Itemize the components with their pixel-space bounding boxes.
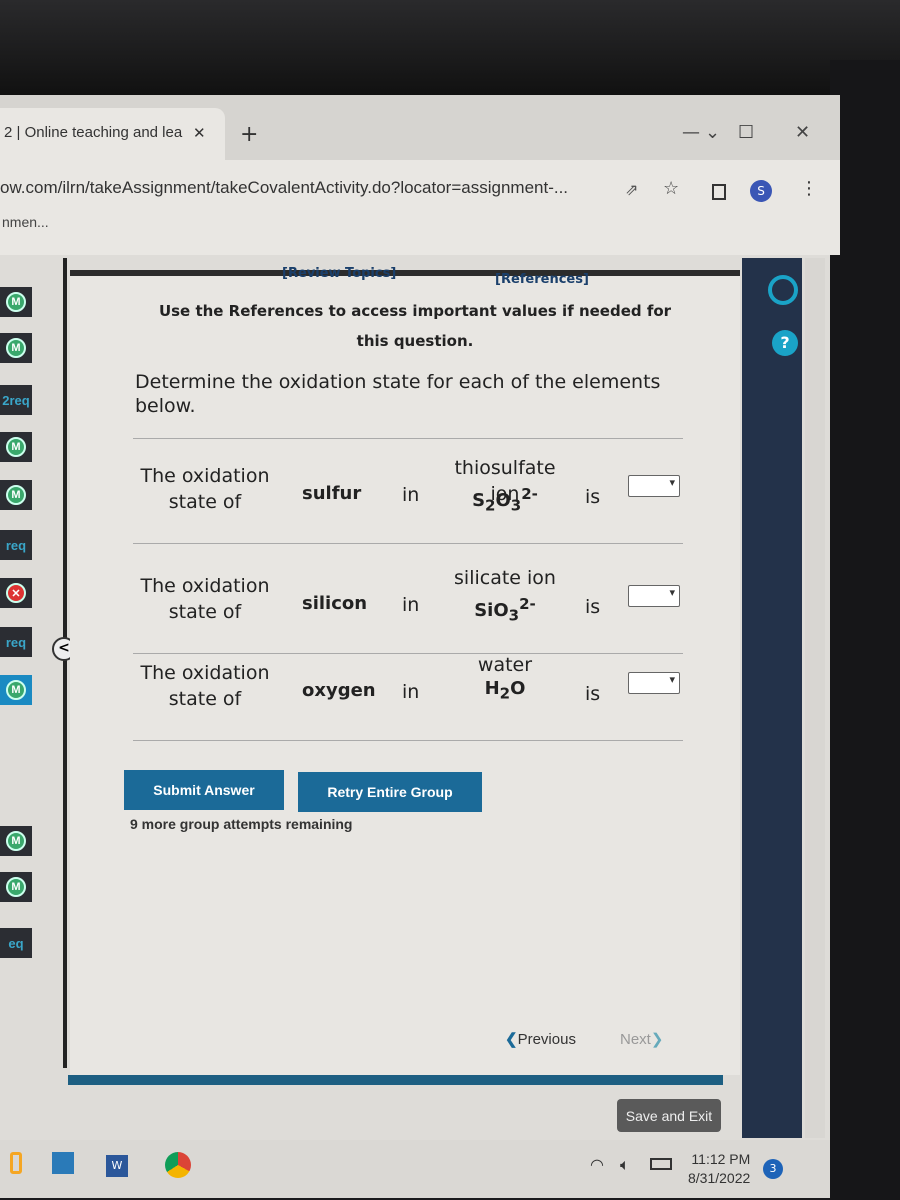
profile-avatar[interactable]: S [750,180,772,202]
panel-footer-bar [68,1075,723,1085]
next-label: Next [620,1031,651,1048]
save-and-exit-button[interactable]: Save and Exit [617,1099,721,1132]
in-text: in [402,681,420,703]
maximize-button[interactable]: ☐ [738,122,754,143]
time: 11:12 PM [691,1151,751,1167]
new-tab-button[interactable]: + [240,122,258,147]
sidebar-item[interactable]: M [0,287,32,317]
sidebar-item[interactable]: req [0,627,32,657]
divider [133,543,683,544]
chevron-right-icon: ❯ [650,1031,664,1048]
tab-search-icon[interactable]: ⌄ [705,122,720,143]
side-panel-icon[interactable] [712,184,726,200]
is-text: is [585,486,601,508]
sidebar-item[interactable]: M [0,432,32,462]
retry-group-button[interactable]: Retry Entire Group [298,772,482,812]
taskbar-app-icon[interactable] [10,1152,22,1174]
sidebar-item-label: 2req [2,392,30,408]
mastery-icon: M [6,680,26,700]
in-text: in [402,484,420,506]
instruction-text: Use the References to access important v… [158,302,672,350]
sidebar-item[interactable]: M [0,333,32,363]
question-prompt: Determine the oxidation state for each o… [135,371,661,417]
taskbar-app-icon[interactable] [52,1152,74,1174]
help-column [742,258,802,1138]
wifi-icon[interactable]: ◠ [590,1155,604,1174]
scrollbar[interactable] [805,258,825,1138]
compound-formula: H2O [484,678,526,703]
review-topics-link[interactable]: [Review Topics] [282,266,396,281]
sidebar-item[interactable]: ✕ [0,578,32,608]
chrome-icon[interactable] [165,1152,191,1178]
help-icon[interactable]: ? [772,330,798,356]
oxidation-state-select[interactable]: ▾ [628,475,680,497]
screen-bezel-right [830,60,900,1200]
row-prefix: The oxidation state of [140,465,270,513]
minimize-button[interactable]: — [682,122,700,143]
chevron-left-icon: ❮ [505,1031,518,1048]
row-prefix: The oxidation state of [140,575,270,623]
element-name: silicon [302,593,368,614]
mastery-icon: M [6,485,26,505]
compound-formula: S2O32- [472,485,538,515]
sidebar-item[interactable]: M [0,675,32,705]
sidebar-item[interactable]: M [0,826,32,856]
sidebar-divider [63,258,67,1068]
sidebar-item[interactable]: 2req [0,385,32,415]
mastery-icon: M [6,437,26,457]
sidebar-item[interactable]: M [0,872,32,902]
bookmark-item[interactable]: nmen... [0,210,840,255]
oxidation-state-select[interactable]: ▾ [628,672,680,694]
previous-label: Previous [517,1031,576,1048]
mastery-icon: M [6,338,26,358]
incorrect-icon: ✕ [6,583,26,603]
compound-name: silicate ion [454,567,556,589]
screen-bezel [0,0,900,95]
tab-title: 2 | Online teaching and lea [4,124,183,141]
date: 8/31/2022 [688,1170,751,1186]
sidebar-item[interactable]: req [0,530,32,560]
sidebar-item-label: req [5,634,27,650]
mastery-icon: M [6,831,26,851]
is-text: is [585,683,601,705]
chevron-down-icon: ▾ [669,673,675,686]
next-button[interactable]: Next❯ [620,1030,663,1048]
close-tab-icon[interactable]: ✕ [193,124,206,142]
sidebar-item[interactable]: eq [0,928,32,958]
in-text: in [402,594,420,616]
chevron-down-icon: ▾ [669,586,675,599]
volume-icon[interactable]: 🔈︎ [620,1155,630,1175]
row-prefix: The oxidation state of [140,662,270,710]
notification-badge[interactable]: 3 [763,1159,783,1179]
bookmark-star-icon[interactable]: ☆ [663,178,679,199]
previous-button[interactable]: ❮Previous [505,1030,576,1048]
is-text: is [585,596,601,618]
chevron-down-icon: ▾ [669,476,675,489]
sidebar-item-label: eq [8,935,24,951]
sidebar-item[interactable]: M [0,480,32,510]
element-name: oxygen [302,680,376,701]
mastery-icon: M [6,292,26,312]
sidebar-item-label: req [5,537,27,553]
share-icon[interactable]: ⇗ [625,180,638,199]
menu-icon[interactable]: ⋮ [800,178,818,199]
submit-answer-button[interactable]: Submit Answer [124,770,284,810]
headset-support-icon[interactable] [768,275,798,305]
element-name: sulfur [302,483,362,504]
divider [133,438,683,439]
attempts-remaining: 9 more group attempts remaining [130,816,353,832]
oxidation-state-select[interactable]: ▾ [628,585,680,607]
url-text[interactable]: ow.com/ilrn/takeAssignment/takeCovalentA… [0,178,568,198]
divider [133,740,683,741]
word-icon[interactable]: W [106,1155,128,1177]
references-link[interactable]: [References] [495,272,589,287]
close-window-button[interactable]: ✕ [795,122,810,143]
compound-formula: SiO32- [474,595,536,625]
battery-icon[interactable] [650,1158,672,1170]
compound-name: water [477,654,533,676]
clock[interactable]: 11:12 PM 8/31/2022 [688,1150,750,1188]
mastery-icon: M [6,877,26,897]
divider [133,653,683,654]
browser-tab[interactable]: 2 | Online teaching and lea ✕ [0,108,225,160]
